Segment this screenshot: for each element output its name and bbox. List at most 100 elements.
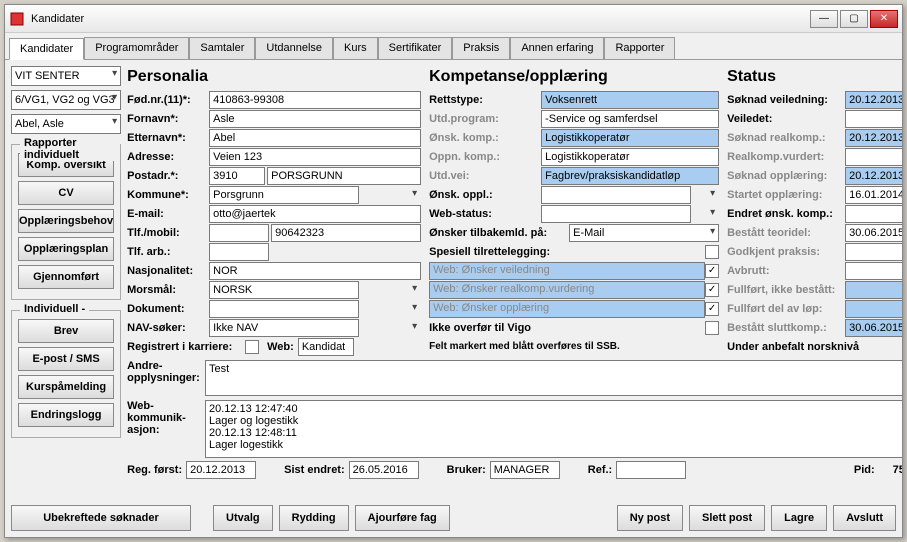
lagre-button[interactable]: Lagre	[771, 505, 827, 531]
maximize-button[interactable]: ▢	[840, 10, 868, 28]
status-field-0[interactable]	[845, 91, 902, 109]
gjennomf-rt-button[interactable]: Gjennomført	[18, 265, 114, 289]
status-field-8[interactable]	[845, 243, 902, 261]
tab-praksis[interactable]: Praksis	[452, 37, 510, 59]
nasjon-field[interactable]	[209, 262, 421, 280]
bottom-bar: Ubekreftede søknader Utvalg Rydding Ajou…	[5, 499, 902, 537]
senter-select[interactable]	[11, 66, 121, 86]
poststed-field[interactable]	[267, 167, 421, 185]
status-field-11[interactable]	[845, 300, 902, 318]
kursp-melding-button[interactable]: Kurspåmelding	[18, 375, 114, 399]
tab-kandidater[interactable]: Kandidater	[9, 38, 84, 60]
tab-rapporter[interactable]: Rapporter	[604, 37, 675, 59]
utdprog-label: Utd.program:	[429, 113, 541, 125]
kommune-select[interactable]	[209, 186, 359, 204]
rettstype-field[interactable]	[541, 91, 719, 109]
web-field[interactable]	[298, 338, 354, 356]
slettpost-button[interactable]: Slett post	[689, 505, 765, 531]
ikke-overfor-checkbox[interactable]	[705, 321, 719, 335]
ubekreftede-button[interactable]: Ubekreftede søknader	[11, 505, 191, 531]
etternavn-field[interactable]	[209, 129, 421, 147]
onskoppl-select[interactable]	[541, 186, 691, 204]
mobil-field[interactable]	[271, 224, 421, 242]
app-icon	[9, 11, 25, 27]
nav-select[interactable]	[209, 319, 359, 337]
status-field-3[interactable]	[845, 148, 902, 166]
status-label-1: Veiledet:	[727, 113, 845, 125]
nav-label: NAV-søker:	[127, 322, 209, 334]
tab-sertifikater[interactable]: Sertifikater	[378, 37, 453, 59]
morsmal-select[interactable]	[209, 281, 359, 299]
utdvei-field[interactable]	[541, 167, 719, 185]
spesiell-checkbox[interactable]	[705, 245, 719, 259]
webkomm-textarea[interactable]	[205, 400, 902, 458]
utvalg-button[interactable]: Utvalg	[213, 505, 273, 531]
nypost-button[interactable]: Ny post	[617, 505, 683, 531]
dokument-select[interactable]	[209, 300, 359, 318]
tab-samtaler[interactable]: Samtaler	[189, 37, 255, 59]
endringslogg-button[interactable]: Endringslogg	[18, 403, 114, 427]
utdprog-field[interactable]	[541, 110, 719, 128]
onskertilbak-select[interactable]	[569, 224, 719, 242]
web-onsker-oppl: Web: Ønsker opplæring	[429, 300, 705, 318]
web-oppl-checkbox[interactable]	[705, 302, 719, 316]
oppnkomp-field[interactable]	[541, 148, 719, 166]
status-field-4[interactable]	[845, 167, 902, 185]
status-label-4: Søknad opplæring:	[727, 170, 845, 182]
rapporter-group-title: Rapporter individuelt	[20, 137, 120, 161]
status-field-5[interactable]	[845, 186, 902, 204]
level-select[interactable]	[11, 90, 121, 110]
onskkomp-field[interactable]	[541, 129, 719, 147]
status-title: Status	[727, 66, 902, 90]
oppl-ringsbehov-button[interactable]: Opplæringsbehov	[18, 209, 114, 233]
cv-button[interactable]: CV	[18, 181, 114, 205]
tabstrip: KandidaterProgramområderSamtalerUtdannel…	[5, 33, 902, 60]
status-field-1[interactable]	[845, 110, 902, 128]
status-field-12[interactable]	[845, 319, 902, 337]
tab-kurs[interactable]: Kurs	[333, 37, 378, 59]
tlf-field[interactable]	[209, 224, 269, 242]
regkarriere-checkbox[interactable]	[245, 340, 259, 354]
footer-row: Reg. først: 20.12.2013 Sist endret: 26.0…	[127, 458, 902, 479]
candidate-select[interactable]	[11, 114, 121, 134]
individuell-group-title: Individuell -	[20, 303, 89, 315]
e-post-sms-button[interactable]: E-post / SMS	[18, 347, 114, 371]
status-field-2[interactable]	[845, 129, 902, 147]
minimize-button[interactable]: —	[810, 10, 838, 28]
ref-field[interactable]	[616, 461, 686, 479]
adresse-field[interactable]	[209, 148, 421, 166]
tab-annen-erfaring[interactable]: Annen erfaring	[510, 37, 604, 59]
web-real-checkbox[interactable]	[705, 283, 719, 297]
postnr-field[interactable]	[209, 167, 265, 185]
rydding-button[interactable]: Rydding	[279, 505, 349, 531]
utdvei-label: Utd.vei:	[429, 170, 541, 182]
ajourfore-button[interactable]: Ajourføre fag	[355, 505, 450, 531]
fornavn-field[interactable]	[209, 110, 421, 128]
close-button[interactable]: ✕	[870, 10, 898, 28]
tab-programområder[interactable]: Programområder	[84, 37, 189, 59]
tlfarb-field[interactable]	[209, 243, 269, 261]
window-title: Kandidater	[31, 13, 808, 25]
status-label-10: Fullført, ikke bestått:	[727, 284, 845, 296]
oppl-ringsplan-button[interactable]: Opplæringsplan	[18, 237, 114, 261]
webstatus-select[interactable]	[541, 205, 691, 223]
status-label-3: Realkomp.vurdert:	[727, 151, 845, 163]
bruker-val: MANAGER	[490, 461, 560, 479]
fodnr-label: Fød.nr.(11)*:	[127, 94, 209, 106]
onskoppl-label: Ønsk. oppl.:	[429, 189, 541, 201]
status-field-10[interactable]	[845, 281, 902, 299]
email-field[interactable]	[209, 205, 421, 223]
status-field-6[interactable]	[845, 205, 902, 223]
fodnr-field[interactable]	[209, 91, 421, 109]
web-veil-checkbox[interactable]	[705, 264, 719, 278]
onskertilbak-label: Ønsker tilbakemld. på:	[429, 227, 569, 239]
tlfarb-label: Tlf. arb.:	[127, 246, 209, 258]
tab-utdannelse[interactable]: Utdannelse	[255, 37, 333, 59]
oppnkomp-label: Oppn. komp.:	[429, 151, 541, 163]
avslutt-button[interactable]: Avslutt	[833, 505, 896, 531]
status-field-7[interactable]	[845, 224, 902, 242]
andre-textarea[interactable]	[205, 360, 902, 396]
brev-button[interactable]: Brev	[18, 319, 114, 343]
status-label-5: Startet opplæring:	[727, 189, 845, 201]
status-field-9[interactable]	[845, 262, 902, 280]
